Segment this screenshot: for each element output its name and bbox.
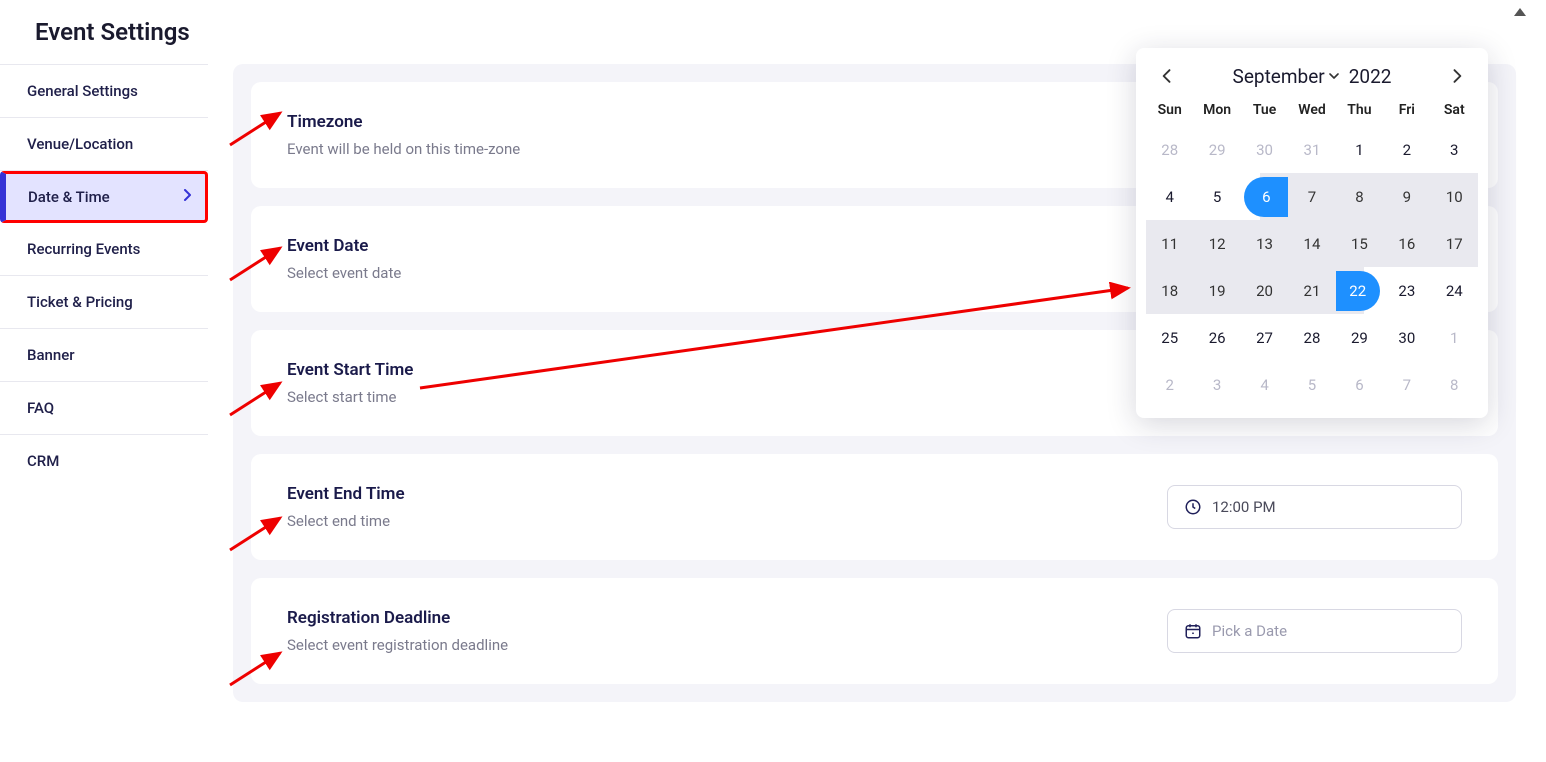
calendar-day[interactable]: 6 <box>1241 173 1288 220</box>
calendar-day[interactable]: 8 <box>1431 361 1478 408</box>
card-subtitle: Select end time <box>287 512 405 530</box>
sidebar-item-label: Ticket & Pricing <box>27 293 133 311</box>
sidebar-item-general[interactable]: General Settings <box>0 65 208 118</box>
chevron-down-icon <box>1329 72 1339 80</box>
dow-label: Mon <box>1193 96 1240 126</box>
calendar-day[interactable]: 6 <box>1336 361 1383 408</box>
calendar-day[interactable]: 29 <box>1336 314 1383 361</box>
calendar-day[interactable]: 24 <box>1431 267 1478 314</box>
calendar-day[interactable]: 4 <box>1241 361 1288 408</box>
sidebar-item-label: CRM <box>27 452 59 470</box>
calendar-day[interactable]: 12 <box>1193 220 1240 267</box>
calendar-day[interactable]: 1 <box>1336 126 1383 173</box>
sidebar-item-faq[interactable]: FAQ <box>0 382 208 435</box>
card-subtitle: Select event registration deadline <box>287 636 508 654</box>
card-subtitle: Select start time <box>287 388 413 406</box>
sidebar-item-label: FAQ <box>27 399 54 417</box>
calendar-day[interactable]: 7 <box>1288 173 1335 220</box>
calendar-day[interactable]: 26 <box>1193 314 1240 361</box>
year-label[interactable]: 2022 <box>1349 65 1392 88</box>
calendar-day[interactable]: 10 <box>1431 173 1478 220</box>
card-title: Event End Time <box>287 484 405 504</box>
card-title: Event Date <box>287 236 401 256</box>
calendar-day[interactable]: 18 <box>1146 267 1193 314</box>
calendar-title: September 2022 <box>1233 65 1392 88</box>
calendar-day[interactable]: 5 <box>1193 173 1240 220</box>
calendar-day[interactable]: 9 <box>1383 173 1430 220</box>
end-time-field[interactable]: 12:00 PM <box>1167 485 1462 529</box>
sidebar-item-label: General Settings <box>27 82 138 100</box>
calendar-day[interactable]: 2 <box>1146 361 1193 408</box>
calendar-day[interactable]: 19 <box>1193 267 1240 314</box>
calendar-day[interactable]: 30 <box>1241 126 1288 173</box>
card-title: Event Start Time <box>287 360 413 380</box>
calendar-day[interactable]: 20 <box>1241 267 1288 314</box>
calendar-day[interactable]: 17 <box>1431 220 1478 267</box>
calendar-day[interactable]: 2 <box>1383 126 1430 173</box>
month-label: September <box>1233 65 1325 88</box>
sidebar-item-label: Date & Time <box>28 188 110 206</box>
calendar-day[interactable]: 30 <box>1383 314 1430 361</box>
sidebar-item-banner[interactable]: Banner <box>0 329 208 382</box>
field-value: 12:00 PM <box>1212 498 1276 516</box>
calendar-day[interactable]: 3 <box>1431 126 1478 173</box>
calendar-day[interactable]: 8 <box>1336 173 1383 220</box>
scroll-up-indicator[interactable] <box>1514 8 1526 16</box>
dow-label: Thu <box>1336 96 1383 126</box>
calendar-day[interactable]: 13 <box>1241 220 1288 267</box>
calendar-day[interactable]: 23 <box>1383 267 1430 314</box>
calendar-day[interactable]: 31 <box>1288 126 1335 173</box>
calendar-day[interactable]: 1 <box>1431 314 1478 361</box>
calendar-day[interactable]: 22 <box>1336 267 1383 314</box>
card-registration-deadline: Registration Deadline Select event regis… <box>251 578 1498 684</box>
sidebar-item-ticket-pricing[interactable]: Ticket & Pricing <box>0 276 208 329</box>
card-end-time: Event End Time Select end time 12:00 PM <box>251 454 1498 560</box>
sidebar-item-label: Venue/Location <box>27 135 133 153</box>
calendar-icon <box>1184 622 1202 640</box>
calendar-grid: SunMonTueWedThuFriSat2829303112345678910… <box>1146 96 1478 408</box>
field-placeholder: Pick a Date <box>1212 622 1287 640</box>
calendar-day[interactable]: 27 <box>1241 314 1288 361</box>
calendar-day[interactable]: 29 <box>1193 126 1240 173</box>
calendar-day[interactable]: 28 <box>1146 126 1193 173</box>
card-subtitle: Event will be held on this time-zone <box>287 140 520 158</box>
clock-icon <box>1184 498 1202 516</box>
registration-deadline-field[interactable]: Pick a Date <box>1167 609 1462 653</box>
calendar-day[interactable]: 15 <box>1336 220 1383 267</box>
chevron-right-icon <box>183 189 193 205</box>
calendar-day[interactable]: 5 <box>1288 361 1335 408</box>
dow-label: Fri <box>1383 96 1430 126</box>
calendar-day[interactable]: 14 <box>1288 220 1335 267</box>
calendar-day[interactable]: 7 <box>1383 361 1430 408</box>
card-subtitle: Select event date <box>287 264 401 282</box>
dow-label: Wed <box>1288 96 1335 126</box>
sidebar-item-label: Banner <box>27 346 75 364</box>
calendar-day[interactable]: 11 <box>1146 220 1193 267</box>
calendar-day[interactable]: 3 <box>1193 361 1240 408</box>
calendar-day[interactable]: 4 <box>1146 173 1193 220</box>
calendar-day[interactable]: 28 <box>1288 314 1335 361</box>
next-month-button[interactable] <box>1446 64 1470 88</box>
prev-month-button[interactable] <box>1154 64 1178 88</box>
month-select[interactable]: September <box>1233 65 1339 88</box>
sidebar-item-crm[interactable]: CRM <box>0 435 208 487</box>
sidebar-item-venue[interactable]: Venue/Location <box>0 118 208 171</box>
dow-label: Tue <box>1241 96 1288 126</box>
settings-sidebar: General Settings Venue/Location Date & T… <box>0 64 208 487</box>
date-picker-popover: September 2022 SunMonTueWedThuFriSat2829… <box>1136 48 1488 418</box>
dow-label: Sun <box>1146 96 1193 126</box>
dow-label: Sat <box>1431 96 1478 126</box>
card-title: Timezone <box>287 112 520 132</box>
sidebar-item-label: Recurring Events <box>27 240 140 258</box>
card-title: Registration Deadline <box>287 608 508 628</box>
sidebar-item-recurring[interactable]: Recurring Events <box>0 223 208 276</box>
calendar-day[interactable]: 16 <box>1383 220 1430 267</box>
calendar-day[interactable]: 21 <box>1288 267 1335 314</box>
sidebar-item-date-time[interactable]: Date & Time <box>0 171 208 223</box>
calendar-day[interactable]: 25 <box>1146 314 1193 361</box>
